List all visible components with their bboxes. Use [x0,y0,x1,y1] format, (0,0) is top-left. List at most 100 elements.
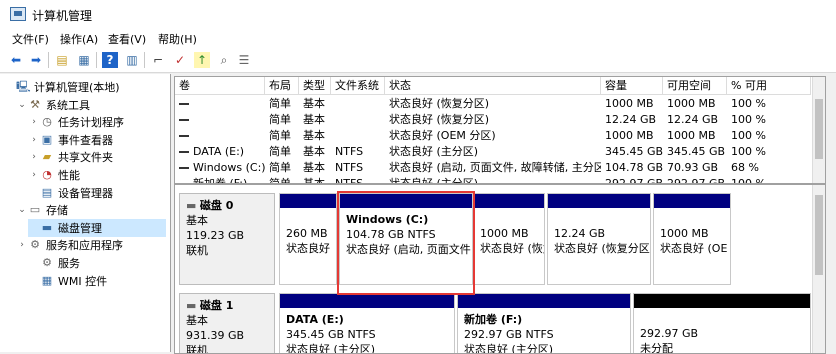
menu-help[interactable]: 帮助(H) [158,31,197,47]
table-cell: 状态良好 (OEM 分区) [389,129,496,142]
volume-icon [179,167,189,169]
gear-icon: ⚙ [42,256,52,269]
partition-size: 292.97 GB [640,327,699,340]
chevron-right-icon[interactable]: › [28,135,40,145]
partition[interactable]: 1000 MB 状态良好 (恢复 [473,193,545,285]
partition[interactable]: Windows (C:) 104.78 GB NTFS 状态良好 (启动, 页面文件 [339,193,473,285]
partition-bar [340,194,472,208]
list-view-icon[interactable]: ☰ [236,52,252,68]
shared-folder-icon: ▰ [42,150,52,164]
partition-bar [634,294,810,308]
col-filesystem-header[interactable]: 文件系统 [331,77,385,95]
disk-label[interactable]: ▬ 磁盘 1 基本 931.39 GB 联机 [179,293,275,353]
volume-list-scrollbar[interactable] [812,77,825,183]
partition[interactable]: 新加卷 (F:) 292.97 GB NTFS 状态良好 (主分区) [457,293,631,353]
chevron-right-icon[interactable]: › [28,117,40,127]
connect-icon[interactable]: ⌐ [150,52,166,68]
table-cell[interactable] [175,112,265,128]
disk-type: 基本 [186,214,208,227]
table-cell[interactable] [175,96,265,112]
check-icon[interactable]: ✓ [172,52,188,68]
tree-item-label: 磁盘管理 [58,221,102,235]
tree-item[interactable]: › ⚙ 服务和应用程序 [16,236,166,254]
table-cell[interactable]: 新加卷 (F:) [175,176,265,183]
menu-bar: 文件(F) 操作(A) 查看(V) 帮助(H) [0,28,836,48]
tree-item[interactable]: ⌄ ⚒ 系统工具 [16,96,166,114]
tree-item[interactable]: ⌄ ▭ 存储 [16,201,166,219]
partition-status: 状态良好 (OE [660,242,728,255]
chevron-right-icon[interactable]: › [28,170,40,180]
back-arrow-icon[interactable]: ⬅ [8,52,24,68]
col-layout-header[interactable]: 布局 [265,77,299,95]
title-bar: 计算机管理 [0,0,836,28]
disk-label[interactable]: ▬ 磁盘 0 基本 119.23 GB 联机 [179,193,275,285]
table-cell: 100 % [731,177,766,184]
chevron-down-icon[interactable]: ⌄ [16,205,28,215]
volume-icon [179,151,189,153]
col-percent-free-header[interactable]: % 可用 [727,77,811,95]
tree-item[interactable]: › ◷ 任务计划程序 [28,113,166,131]
tree-item-label: 服务 [58,257,80,270]
table-cell: 基本 [303,161,325,174]
partition-size: 1000 MB [660,227,709,240]
partition[interactable]: DATA (E:) 345.45 GB NTFS 状态良好 (主分区) [279,293,455,354]
partition[interactable]: 292.97 GB 未分配 [633,293,811,354]
disk-icon: ▬ [186,299,200,312]
table-cell[interactable]: DATA (E:) [175,144,265,160]
partition-status: 状态良好 (主分区) [286,343,376,354]
properties-icon[interactable]: ▥ [124,52,140,68]
menu-action[interactable]: 操作(A) [60,31,98,47]
tree-item[interactable]: › ▣ 事件查看器 [28,131,166,149]
tree-item[interactable]: ⚙ 服务 [28,254,166,272]
table-cell: 简单 [269,129,291,142]
disk-map-scrollbar[interactable] [812,185,825,353]
partition-size: 292.97 GB NTFS [464,328,554,341]
tree-item[interactable]: 🖳 计算机管理(本地) [4,78,166,96]
partition[interactable]: 12.24 GB 状态良好 (恢复分区 [547,193,651,285]
table-cell: 12.24 GB [667,113,719,126]
partition-status: 状态良好 (恢复分区 [554,242,650,255]
table-cell: 345.45 GB [605,145,663,158]
partition[interactable]: 1000 MB 状态良好 (OE [653,193,731,285]
tree-item-label: 系统工具 [46,98,90,112]
search-icon[interactable]: ⌕ [216,52,232,68]
table-cell[interactable] [175,128,265,144]
table-cell: 292.97 GB [667,177,726,184]
show-hide-tree-icon[interactable]: ▦ [76,52,92,68]
table-cell: 简单 [269,145,291,158]
up-arrow-icon[interactable]: ↑ [194,52,210,68]
col-capacity-header[interactable]: 容量 [601,77,663,95]
tree-item[interactable]: › ◔ 性能 [28,166,166,184]
partition[interactable]: 260 MB 状态良好 [279,193,337,285]
menu-file[interactable]: 文件(F) [12,31,49,47]
performance-icon: ◔ [42,168,52,181]
help-icon[interactable]: ? [102,52,118,68]
table-cell: 状态良好 (启动, 页面文件, 故障转储, 主分区) [389,161,601,174]
table-cell[interactable]: Windows (C:) [175,160,265,176]
table-cell: 345.45 GB [667,145,726,158]
table-cell: 104.78 GB [605,161,663,174]
forward-arrow-icon[interactable]: ➡ [28,52,44,68]
col-free-space-header[interactable]: 可用空间 [663,77,727,95]
chevron-right-icon[interactable]: › [28,152,40,162]
tree-item[interactable]: ▤ 设备管理器 [28,184,166,202]
chevron-right-icon[interactable]: › [16,240,28,250]
tree-item[interactable]: ▬ 磁盘管理 [28,218,166,237]
up-folder-icon[interactable]: ▤ [54,52,70,68]
col-volume-header[interactable]: 卷 [175,77,265,95]
disk-name: 磁盘 1 [199,299,234,312]
table-cell [331,128,385,144]
tree-item[interactable]: › ▰ 共享文件夹 [28,148,166,166]
chevron-down-icon[interactable]: ⌄ [16,100,28,110]
tree-item[interactable]: ▦ WMI 控件 [28,272,166,290]
tree-item-label: 事件查看器 [58,133,113,147]
menu-view[interactable]: 查看(V) [108,31,146,47]
table-cell: 68 % [731,161,759,174]
table-cell: 基本 [303,113,325,126]
volume-icon [179,119,189,121]
partition-bar [548,194,650,208]
col-type-header[interactable]: 类型 [299,77,331,95]
partition-status: 未分配 [640,342,673,354]
disk-status: 联机 [186,244,208,257]
col-status-header[interactable]: 状态 [385,77,601,95]
